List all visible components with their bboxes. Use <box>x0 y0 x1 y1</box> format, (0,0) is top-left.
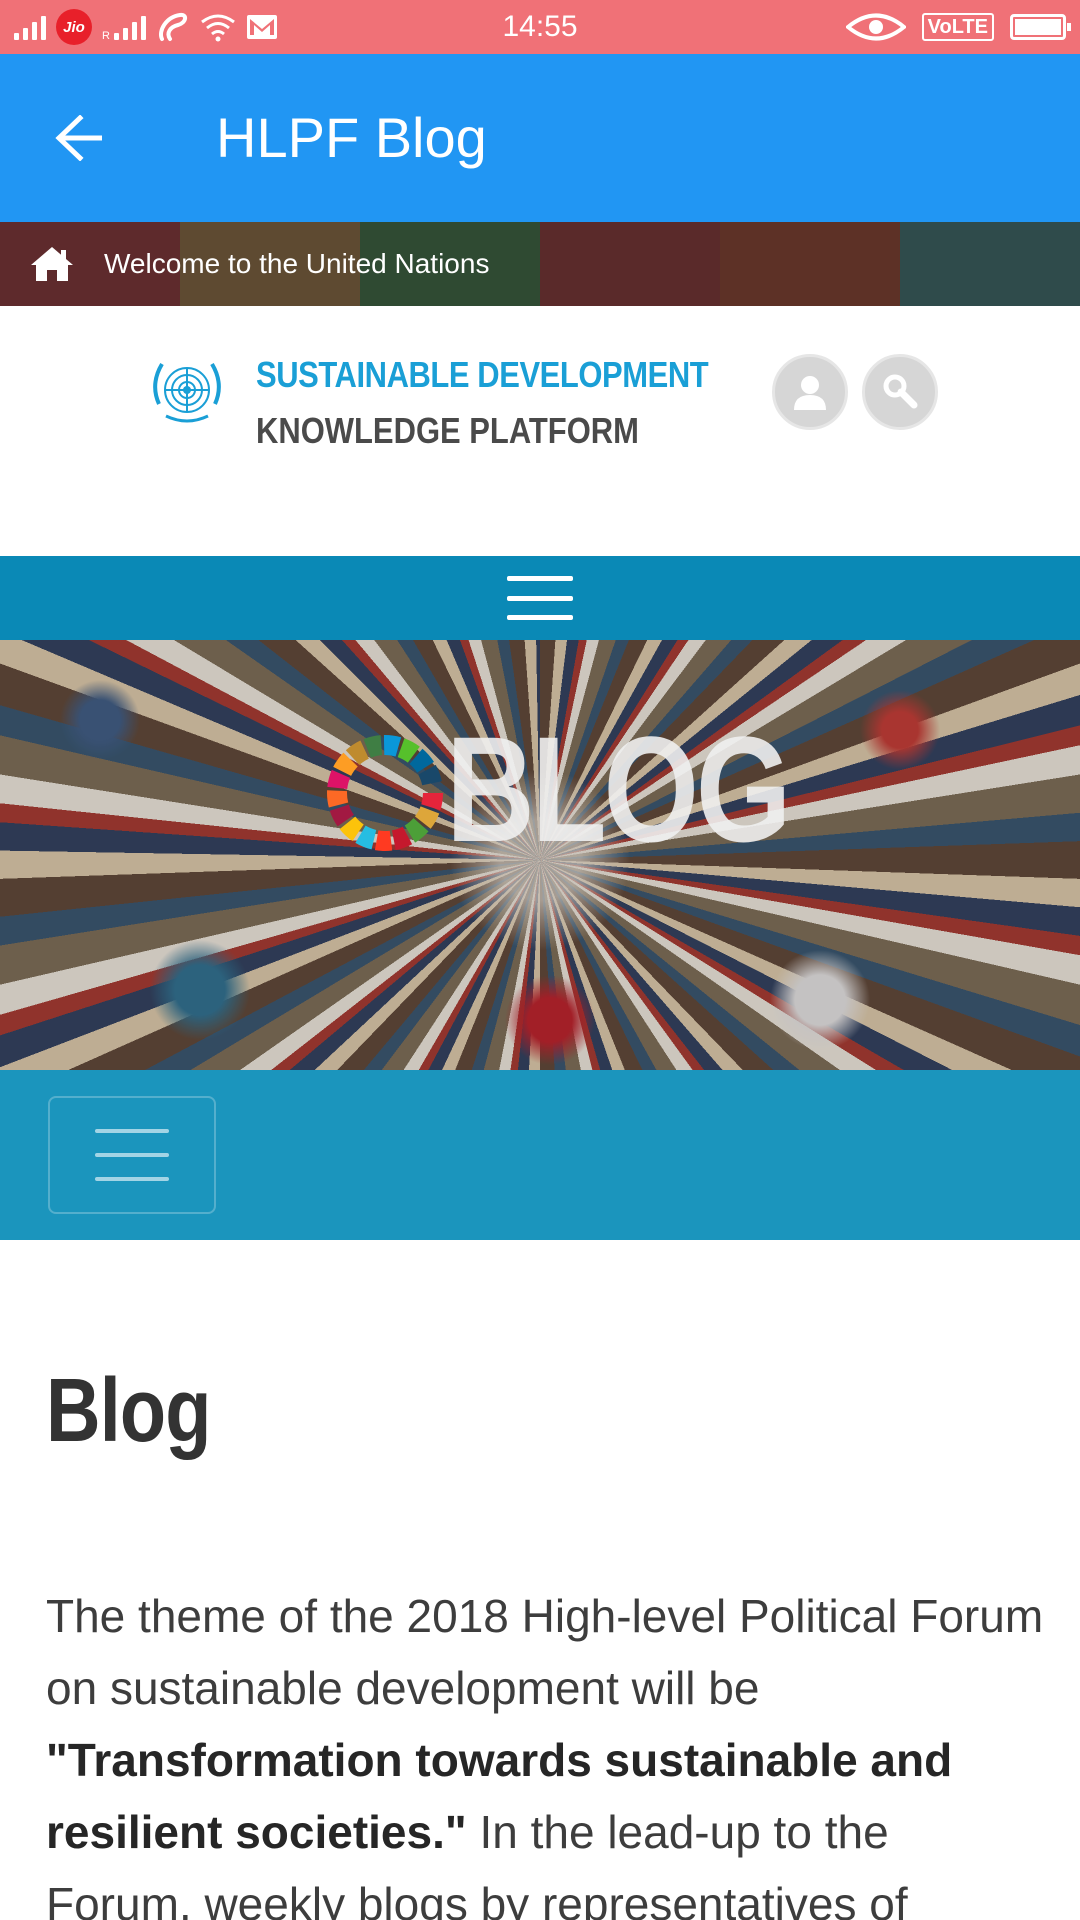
intro-paragraph: The theme of the 2018 High-level Politic… <box>46 1580 1046 1920</box>
brand-line2: KNOWLEDGE PLATFORM <box>256 410 639 451</box>
un-welcome-strip[interactable]: Welcome to the United Nations <box>0 222 1080 306</box>
page-title: Blog <box>46 1361 211 1461</box>
app-bar: HLPF Blog <box>0 54 1080 222</box>
search-icon <box>883 374 918 409</box>
banner-title: BLOG <box>446 705 791 873</box>
home-icon <box>31 247 73 281</box>
sdg-wheel-icon <box>327 735 443 851</box>
volte-badge: VoLTE <box>921 13 994 41</box>
welcome-link[interactable]: Welcome to the United Nations <box>28 222 489 306</box>
secondary-nav <box>0 1070 1080 1240</box>
intro-text-1: The theme of the 2018 High-level Politic… <box>46 1590 1044 1714</box>
welcome-text: Welcome to the United Nations <box>104 248 490 279</box>
app-title: HLPF Blog <box>216 106 487 169</box>
battery-icon <box>1010 14 1071 40</box>
search-button[interactable] <box>862 354 938 430</box>
status-right: VoLTE <box>845 8 1071 46</box>
eye-icon <box>845 13 906 41</box>
back-arrow-icon <box>55 115 102 161</box>
status-bar: Jio R 14:55 VoLTE <box>0 0 1080 54</box>
menu-icon[interactable] <box>507 576 573 620</box>
site-header: SUSTAINABLE DEVELOPMENT KNOWLEDGE PLATFO… <box>0 306 1080 556</box>
back-button[interactable] <box>40 98 120 178</box>
main-nav-bar <box>0 556 1080 640</box>
platform-brand[interactable]: SUSTAINABLE DEVELOPMENT KNOWLEDGE PLATFO… <box>256 354 782 452</box>
secondary-menu-icon <box>95 1129 169 1181</box>
secondary-menu-toggle[interactable] <box>48 1096 216 1214</box>
blog-content: Blog The theme of the 2018 High-level Po… <box>0 1240 1080 1920</box>
user-icon <box>794 376 826 410</box>
blog-banner: BLOG <box>0 640 1080 1070</box>
user-button[interactable] <box>772 354 848 430</box>
brand-line1: SUSTAINABLE DEVELOPMENT <box>256 354 709 395</box>
un-emblem-icon[interactable] <box>142 354 232 432</box>
